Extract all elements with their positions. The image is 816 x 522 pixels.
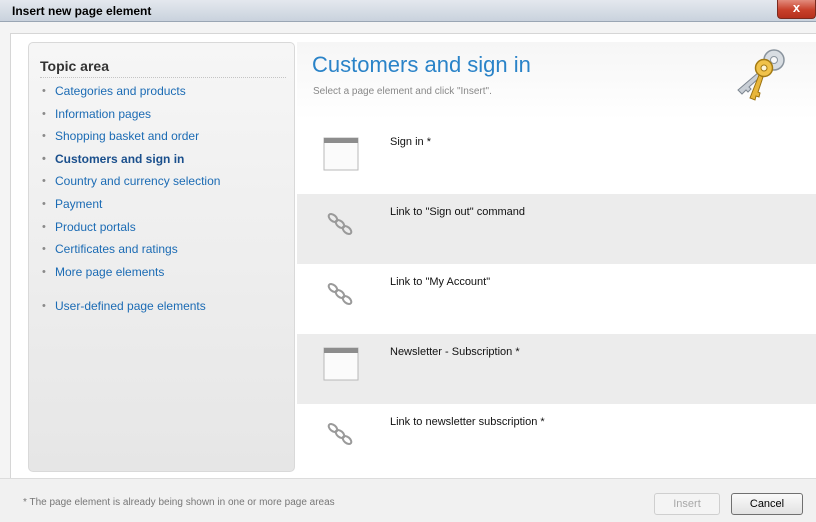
window-title: Insert new page element <box>12 4 152 18</box>
element-row-link-sign-out[interactable]: Link to "Sign out" command <box>297 194 816 264</box>
insert-page-element-dialog: Insert new page element x Topic area • Ca… <box>0 0 816 522</box>
element-label: Link to newsletter subscription * <box>390 416 545 428</box>
topic-item-payment[interactable]: • Payment <box>40 195 220 218</box>
element-label: Sign in * <box>390 136 431 148</box>
bullet-icon: • <box>42 220 46 233</box>
keys-icon <box>737 49 785 101</box>
element-label: Link to "Sign out" command <box>390 206 525 218</box>
topic-label: Categories and products <box>55 84 186 98</box>
page-title: Customers and sign in <box>312 52 531 77</box>
link-icon <box>327 213 353 235</box>
topic-label: User-defined page elements <box>55 299 206 314</box>
topic-item-certificates-and-ratings[interactable]: • Certificates and ratings <box>40 240 220 263</box>
topic-label: Customers and sign in <box>55 151 185 166</box>
topic-item-user-defined-page-elements[interactable]: • User-defined page elements <box>40 297 220 320</box>
page-subtitle: Select a page element and click "Insert"… <box>313 86 492 97</box>
bullet-icon: • <box>42 107 46 120</box>
bullet-icon: • <box>42 243 46 256</box>
topic-label: Certificates and ratings <box>55 242 178 257</box>
link-icon <box>327 423 353 445</box>
dialog-footer: * The page element is already being show… <box>0 478 816 522</box>
bullet-icon: • <box>42 152 46 165</box>
title-bar[interactable]: Insert new page element x <box>0 0 816 22</box>
topic-item-product-portals[interactable]: • Product portals <box>40 218 220 241</box>
topic-item-customers-and-sign-in[interactable]: • Customers and sign in <box>40 150 220 173</box>
topic-item-categories-and-products[interactable]: • Categories and products <box>40 82 220 105</box>
topic-label: More page elements <box>55 264 165 279</box>
topic-area-panel: Topic area • Categories and products • Inf… <box>28 42 295 472</box>
element-label: Link to "My Account" <box>390 276 491 288</box>
topic-item-information-pages[interactable]: • Information pages <box>40 105 220 128</box>
topic-label: Payment <box>55 196 103 211</box>
close-button[interactable]: x <box>777 0 816 19</box>
bullet-icon: • <box>42 300 46 313</box>
topic-item-country-and-currency-selection[interactable]: • Country and currency selection <box>40 172 220 195</box>
link-icon <box>327 283 353 305</box>
topic-label: Country and currency selection <box>55 174 221 189</box>
topic-item-shopping-basket-and-order[interactable]: • Shopping basket and order <box>40 127 220 150</box>
bullet-icon: • <box>42 265 46 278</box>
divider <box>40 77 286 78</box>
topic-item-more-page-elements[interactable]: • More page elements <box>40 263 220 286</box>
element-row-newsletter-subscription[interactable]: Newsletter - Subscription * <box>297 334 816 404</box>
bullet-icon: • <box>42 175 46 188</box>
topic-label: Information pages <box>55 106 152 121</box>
element-row-sign-in[interactable]: Sign in * <box>297 124 816 194</box>
bullet-icon: • <box>42 130 46 143</box>
element-row-link-newsletter-subscription[interactable]: Link to newsletter subscription * <box>297 404 816 474</box>
topic-list: • Categories and products • Information pa… <box>40 82 220 320</box>
topic-area-title: Topic area <box>40 58 109 74</box>
bullet-icon: • <box>42 85 46 97</box>
bullet-icon: • <box>42 197 46 210</box>
footnote: * The page element is already being show… <box>23 497 335 508</box>
topic-label: Product portals <box>55 219 136 234</box>
insert-button[interactable]: Insert <box>654 493 720 515</box>
topic-label: Shopping basket and order <box>55 129 200 144</box>
page-element-icon <box>323 347 359 381</box>
page-element-icon <box>323 137 359 171</box>
cancel-button[interactable]: Cancel <box>731 493 803 515</box>
element-label: Newsletter - Subscription * <box>390 346 520 358</box>
element-row-link-my-account[interactable]: Link to "My Account" <box>297 264 816 334</box>
